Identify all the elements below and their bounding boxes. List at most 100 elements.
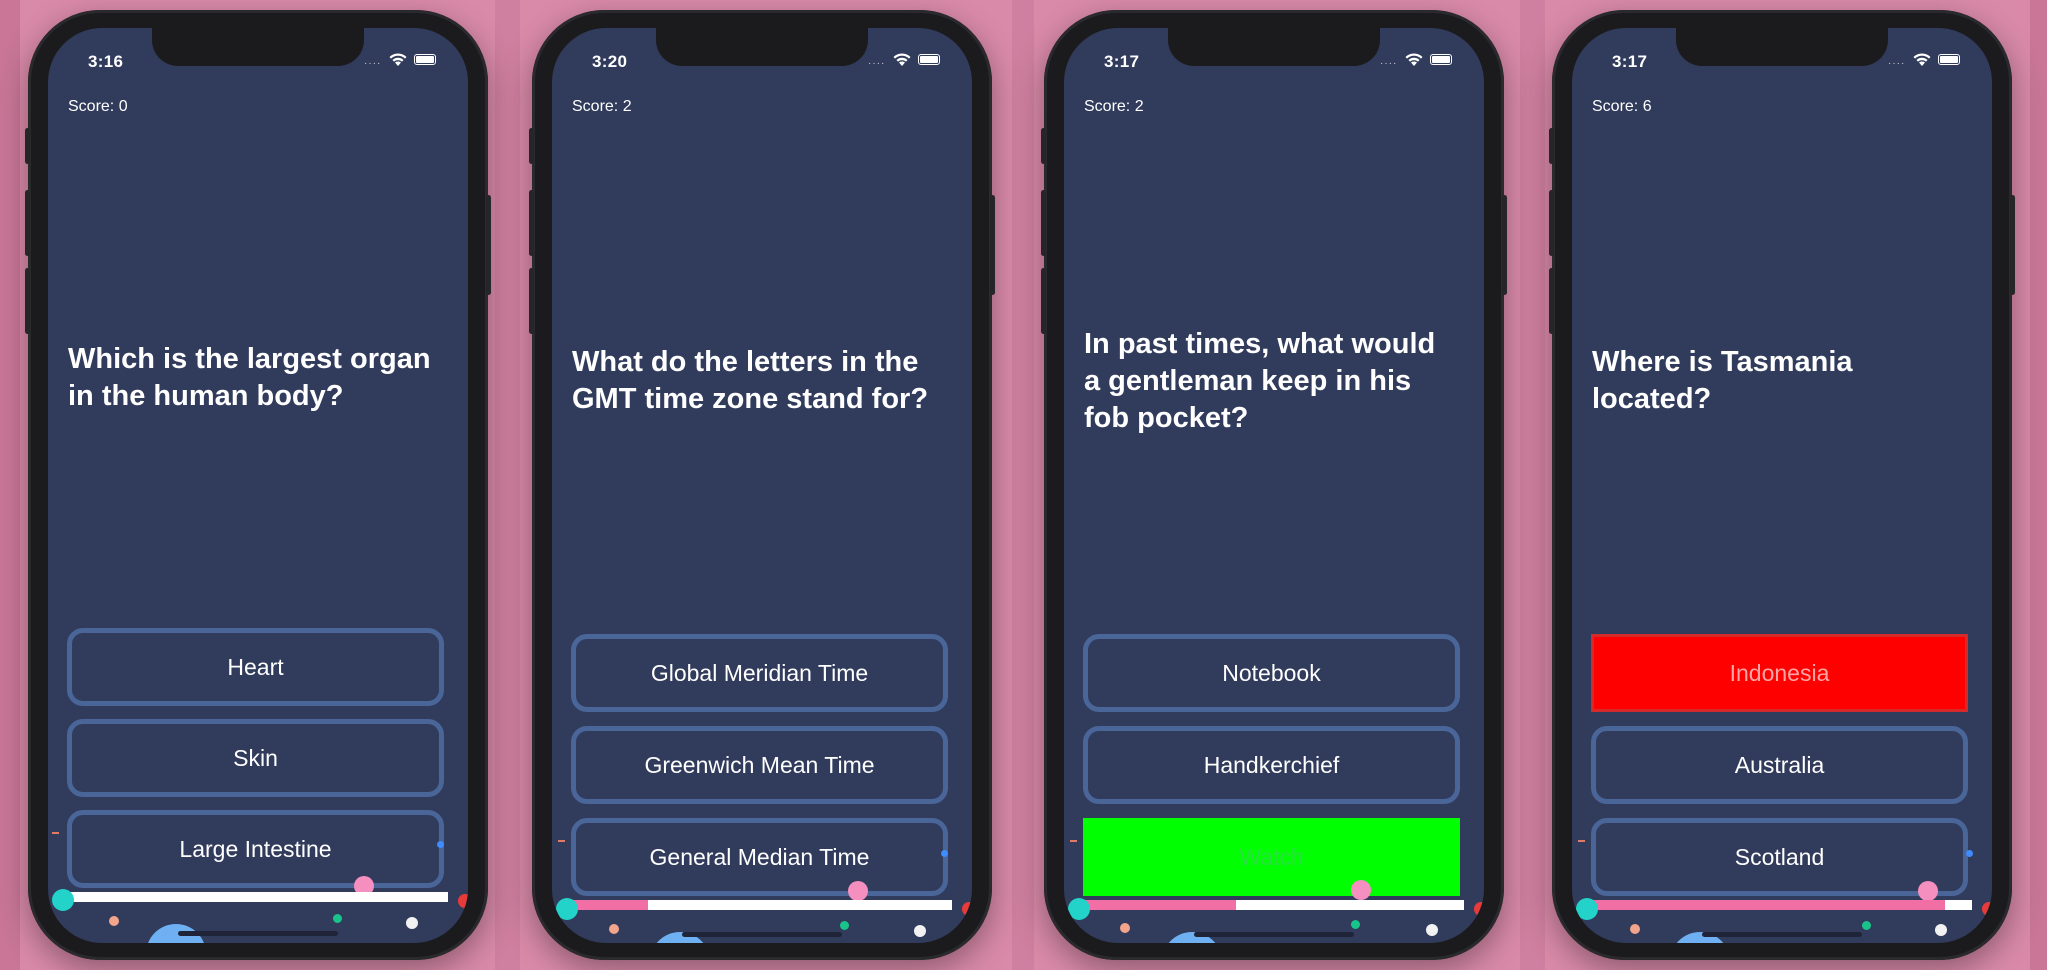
notch bbox=[152, 28, 364, 66]
question-text: Where is Tasmania located? bbox=[1592, 346, 1853, 415]
battery-icon bbox=[918, 54, 940, 65]
wifi-icon bbox=[389, 53, 407, 66]
status-time: 3:16 bbox=[88, 52, 124, 71]
decor-dash bbox=[52, 832, 59, 834]
decor-dot-pink bbox=[848, 881, 868, 901]
decor-dot-blue bbox=[1966, 850, 1973, 857]
battery-icon bbox=[414, 54, 436, 65]
question-text: In past times, what would a gentleman ke… bbox=[1084, 328, 1436, 434]
status-icons: ···· bbox=[868, 52, 944, 69]
wifi-icon bbox=[1913, 53, 1931, 66]
background-band bbox=[2030, 0, 2047, 970]
answer-button-3[interactable]: Watch bbox=[1083, 818, 1460, 896]
volume-up-button bbox=[529, 190, 534, 256]
decor-dot-teal bbox=[556, 898, 578, 920]
decor-dot-peach bbox=[609, 924, 619, 934]
mute-switch bbox=[1041, 128, 1046, 164]
mute-switch bbox=[25, 128, 30, 164]
answer-button-2[interactable]: Handkerchief bbox=[1083, 726, 1460, 804]
decor-dot-white bbox=[1426, 924, 1438, 936]
decor-dot-teal bbox=[52, 889, 74, 911]
phone-2: 3:20 ···· Score: 2 What do the letters i… bbox=[529, 10, 995, 960]
background-band bbox=[1520, 0, 1545, 970]
decor-dot-pink bbox=[1918, 881, 1938, 901]
home-indicator bbox=[178, 931, 338, 936]
answer-button-3[interactable]: Scotland bbox=[1591, 818, 1968, 896]
progress-fill bbox=[1084, 900, 1236, 910]
volume-down-button bbox=[1549, 268, 1554, 334]
decor-dot-red bbox=[1982, 902, 1992, 916]
answer-button-2[interactable]: Australia bbox=[1591, 726, 1968, 804]
decor-dot-peach bbox=[1120, 923, 1130, 933]
answer-button-2[interactable]: Greenwich Mean Time bbox=[571, 726, 948, 804]
answer-button-1[interactable]: Global Meridian Time bbox=[571, 634, 948, 712]
answer-button-1[interactable]: Indonesia bbox=[1591, 634, 1968, 712]
decor-dot-green bbox=[1862, 921, 1871, 930]
answer-button-1[interactable]: Heart bbox=[67, 628, 444, 706]
home-indicator bbox=[1702, 932, 1862, 937]
decor-dot-teal bbox=[1576, 898, 1598, 920]
wifi-icon bbox=[893, 53, 911, 66]
volume-up-button bbox=[25, 190, 30, 256]
volume-down-button bbox=[1041, 268, 1046, 334]
question-text: What do the letters in the GMT time zone… bbox=[572, 346, 929, 415]
progress-bar bbox=[1592, 900, 1972, 910]
decor-dash bbox=[1070, 840, 1077, 842]
decor-dot-green bbox=[840, 921, 849, 930]
battery-icon bbox=[1430, 54, 1452, 65]
score-label: Score: 2 bbox=[1084, 98, 1144, 115]
status-time: 3:20 bbox=[592, 52, 628, 71]
decor-dash bbox=[558, 840, 565, 842]
progress-fill bbox=[1592, 900, 1946, 910]
decor-dot-blue bbox=[437, 841, 444, 848]
screen: 3:17 ···· Score: 6 Where is Tasmania loc… bbox=[1572, 28, 1992, 943]
status-icons: ···· bbox=[1888, 52, 1964, 69]
decor-dot-teal bbox=[1068, 898, 1090, 920]
volume-up-button bbox=[1549, 190, 1554, 256]
signal-icon: ···· bbox=[1380, 58, 1398, 69]
power-button bbox=[486, 195, 491, 295]
decor-dot-green bbox=[1351, 920, 1360, 929]
status-icons: ···· bbox=[364, 52, 440, 69]
decor-dot-blue bbox=[941, 850, 948, 857]
answer-button-3[interactable]: Large Intestine bbox=[67, 810, 444, 888]
status-time: 3:17 bbox=[1612, 52, 1648, 71]
signal-icon: ···· bbox=[1888, 58, 1906, 69]
battery-icon bbox=[1938, 54, 1960, 65]
answer-button-3[interactable]: General Median Time bbox=[571, 818, 948, 896]
decor-dot-white bbox=[406, 917, 418, 929]
decor-dot-green bbox=[333, 914, 342, 923]
signal-icon: ···· bbox=[868, 58, 886, 69]
decor-dot-white bbox=[1935, 924, 1947, 936]
answer-button-2[interactable]: Skin bbox=[67, 719, 444, 797]
score-label: Score: 2 bbox=[572, 98, 632, 115]
wifi-icon bbox=[1405, 53, 1423, 66]
background-band bbox=[495, 0, 520, 970]
decor-dash bbox=[1578, 840, 1585, 842]
volume-down-button bbox=[529, 268, 534, 334]
home-indicator bbox=[682, 932, 842, 937]
status-icons: ···· bbox=[1380, 52, 1456, 69]
notch bbox=[1168, 28, 1380, 66]
power-button bbox=[1502, 195, 1507, 295]
progress-bar bbox=[68, 892, 448, 902]
score-label: Score: 6 bbox=[1592, 98, 1652, 115]
screen: 3:16 ···· Score: 0 Which is the largest … bbox=[48, 28, 468, 943]
progress-bar bbox=[1084, 900, 1464, 910]
decor-dot-red bbox=[962, 902, 972, 916]
phone-4: 3:17 ···· Score: 6 Where is Tasmania loc… bbox=[1549, 10, 2015, 960]
answer-button-1[interactable]: Notebook bbox=[1083, 634, 1460, 712]
decor-dot-pink bbox=[1351, 880, 1371, 900]
progress-bar bbox=[572, 900, 952, 910]
mute-switch bbox=[529, 128, 534, 164]
volume-down-button bbox=[25, 268, 30, 334]
screen: 3:17 ···· Score: 2 In past times, what w… bbox=[1064, 28, 1484, 943]
notch bbox=[1676, 28, 1888, 66]
volume-up-button bbox=[1041, 190, 1046, 256]
notch bbox=[656, 28, 868, 66]
background-band bbox=[0, 0, 20, 970]
power-button bbox=[2010, 195, 2015, 295]
status-time: 3:17 bbox=[1104, 52, 1140, 71]
progress-fill bbox=[572, 900, 648, 910]
decor-dot-red bbox=[458, 894, 468, 908]
